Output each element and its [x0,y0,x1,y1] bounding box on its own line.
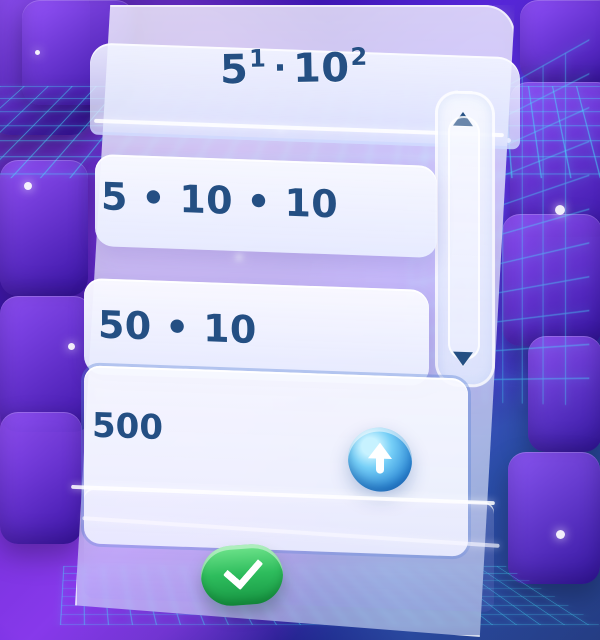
option-text-2: 50 • 10 [98,302,257,353]
checkmark-icon [222,548,264,591]
footer-area [84,487,494,613]
title-exponent-1: 1 [248,44,267,73]
background-block [508,452,600,584]
background-block [0,412,82,544]
problem-title: 51 · 102 [219,42,370,94]
title-exponent-2: 2 [350,42,368,72]
scroll-thumb-track[interactable] [448,115,480,361]
sparkle [68,343,75,350]
sparkle [555,205,565,215]
background-block [0,160,88,296]
sparkle [24,182,32,190]
title-operator: · [273,48,288,89]
game-scene: 51 · 102 5 • 10 • 10 50 • 10 500 [0,0,600,640]
option-scrollbar[interactable] [438,93,492,385]
option-card-1[interactable]: 5 • 10 • 10 [95,154,437,258]
answer-value: 500 [92,405,163,449]
move-up-button[interactable] [348,426,412,493]
title-base-2: 10 [292,45,351,93]
sparkle [556,530,565,539]
title-base-1: 5 [219,46,249,94]
sparkle [35,50,40,55]
option-text-1: 5 • 10 • 10 [101,174,338,227]
up-arrow-icon [367,442,393,477]
scroll-down-icon[interactable] [453,351,473,367]
